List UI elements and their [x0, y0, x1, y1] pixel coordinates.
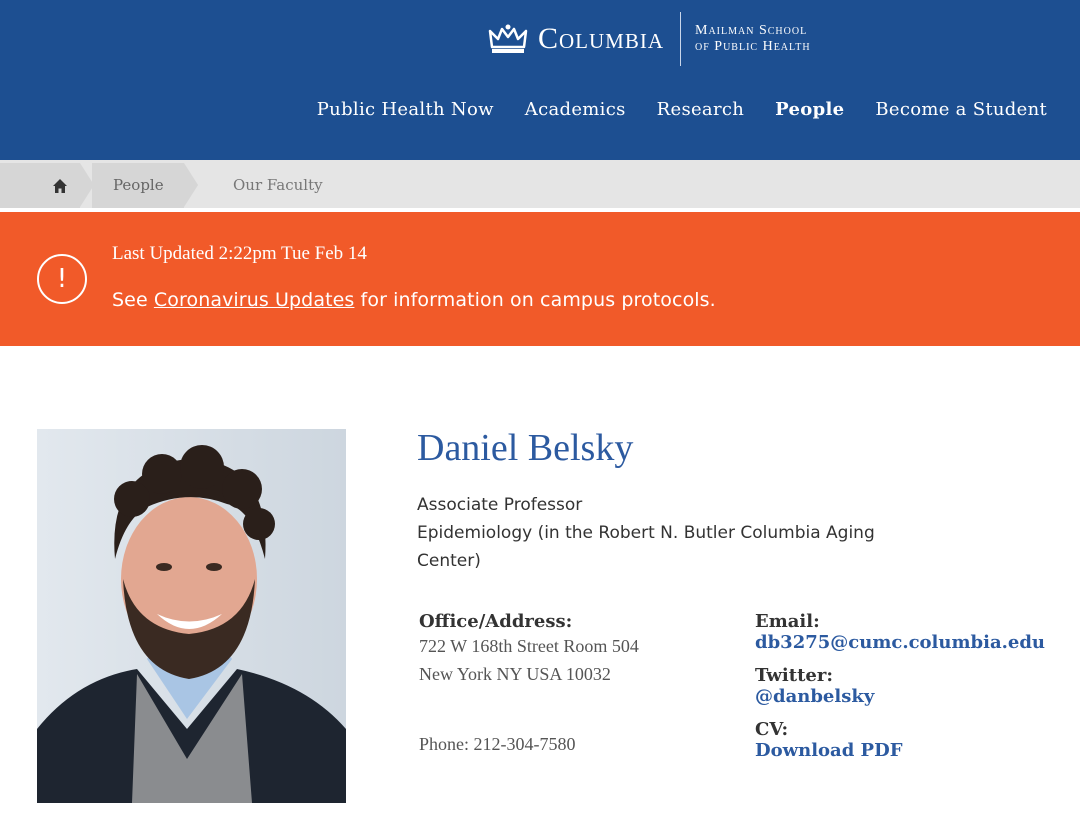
logo-divider: [680, 12, 682, 66]
nav-public-health-now[interactable]: Public Health Now: [317, 99, 494, 120]
breadcrumb: People Our Faculty: [0, 160, 1080, 210]
nav-academics[interactable]: Academics: [525, 99, 626, 120]
faculty-title: Associate Professor Epidemiology (in the…: [417, 491, 897, 575]
twitter-link[interactable]: @danbelsky: [755, 686, 874, 707]
home-icon: [53, 179, 67, 193]
profile-photo: [37, 429, 346, 803]
download-cv-link[interactable]: Download PDF: [755, 740, 902, 761]
alert-banner: ! Last Updated 2:22pm Tue Feb 14 See Cor…: [0, 212, 1080, 346]
school-name-line2: of Public Health: [695, 39, 811, 54]
twitter-row: Twitter: @danbelsky: [755, 665, 1045, 707]
breadcrumb-people[interactable]: People: [92, 163, 198, 208]
cv-label: CV:: [755, 719, 789, 740]
faculty-name: Daniel Belsky: [417, 427, 634, 469]
columbia-wordmark: Columbia: [538, 22, 665, 55]
breadcrumb-people-label: People: [113, 176, 164, 194]
alert-title: Last Updated 2:22pm Tue Feb 14: [112, 243, 367, 264]
address-line2: New York NY USA 10032: [419, 664, 611, 684]
breadcrumb-home[interactable]: [0, 163, 94, 208]
coronavirus-updates-link[interactable]: Coronavirus Updates: [154, 289, 355, 311]
nav-become-a-student[interactable]: Become a Student: [875, 99, 1047, 120]
breadcrumb-our-faculty: Our Faculty: [233, 176, 323, 194]
email-row: Email: db3275@cumc.columbia.edu: [755, 611, 1045, 653]
email-label: Email:: [755, 611, 820, 632]
nav-research[interactable]: Research: [657, 99, 745, 120]
main-nav: Public Health Now Academics Research Peo…: [317, 99, 1047, 120]
alert-body-suffix: for information on campus protocols.: [354, 289, 716, 311]
email-link[interactable]: db3275@cumc.columbia.edu: [755, 632, 1045, 653]
school-name-line1: Mailman School: [695, 23, 808, 38]
phone-number: Phone: 212-304-7580: [419, 734, 576, 754]
address-line1: 722 W 168th Street Room 504: [419, 636, 639, 656]
faculty-department: Epidemiology (in the Robert N. Butler Co…: [417, 523, 875, 571]
alert-body-prefix: See: [112, 289, 154, 311]
crown-icon: [488, 24, 528, 53]
exclamation-icon: !: [37, 254, 87, 304]
twitter-label: Twitter:: [755, 665, 833, 686]
office-label: Office/Address:: [419, 611, 573, 632]
profile-photo-illustration: [37, 429, 346, 803]
school-name: Mailman School of Public Health: [695, 23, 811, 55]
site-header: Columbia Mailman School of Public Health…: [0, 0, 1080, 160]
contact-info: Email: db3275@cumc.columbia.edu Twitter:…: [755, 611, 1045, 773]
nav-people[interactable]: People: [775, 99, 844, 120]
office-address: Office/Address: 722 W 168th Street Room …: [419, 611, 639, 688]
columbia-logo[interactable]: Columbia Mailman School of Public Health: [488, 12, 811, 66]
alert-body: See Coronavirus Updates for information …: [112, 289, 716, 311]
faculty-position: Associate Professor: [417, 495, 583, 515]
cv-row: CV: Download PDF: [755, 719, 1045, 761]
